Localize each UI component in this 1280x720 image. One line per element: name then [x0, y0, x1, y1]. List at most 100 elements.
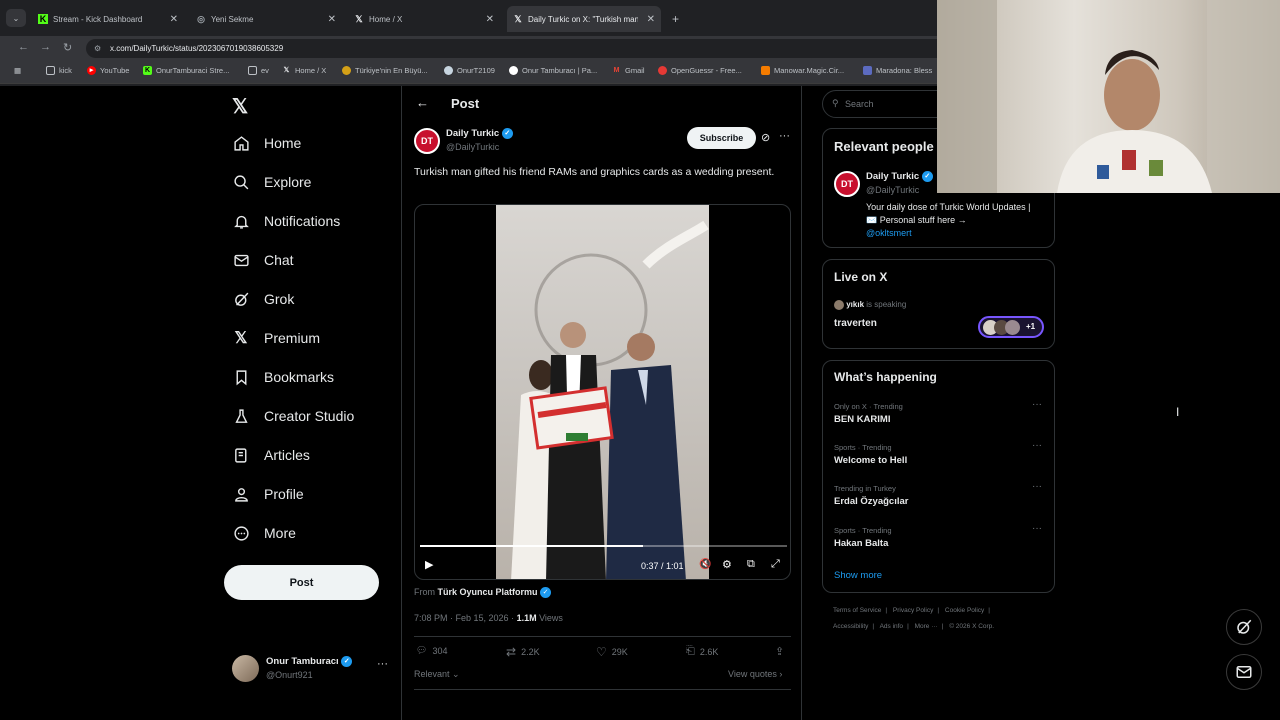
back-icon[interactable]: ← — [18, 41, 29, 53]
nav-item-profile[interactable]: Profile — [232, 485, 304, 503]
bookmark-patreon[interactable]: Onur Tamburacı | Pa... — [509, 66, 597, 75]
video-time: 0:37 / 1:01 — [641, 561, 684, 571]
bookmark-home-x[interactable]: 𝕏 Home / X — [282, 66, 327, 75]
settings-icon[interactable]: ⚙ — [722, 558, 732, 571]
bookmark-button[interactable]: ⎗ 2.6K — [686, 645, 718, 658]
tab-search-button[interactable]: ⌄ — [6, 9, 26, 27]
x-logo-icon[interactable]: 𝕏 — [232, 94, 248, 119]
grok-icon[interactable]: ⊘ — [761, 131, 770, 144]
bookmark-onurtamburaci-stream[interactable]: K OnurTamburaci Stre... — [143, 66, 229, 75]
show-more-link[interactable]: Show more — [834, 570, 882, 581]
share-button[interactable]: ⇪ — [775, 645, 784, 658]
fullscreen-icon[interactable]: ⤢ — [771, 558, 780, 571]
chevron-down-icon: ⌄ — [449, 669, 460, 679]
reload-icon[interactable]: ↻ — [63, 41, 72, 54]
nav-item-bookmarks[interactable]: Bookmarks — [232, 368, 334, 386]
repost-button[interactable]: ⇄ 2.2K — [506, 645, 540, 659]
footer-link[interactable]: More ··· — [915, 623, 938, 630]
subscribe-button[interactable]: Subscribe — [687, 127, 756, 149]
back-arrow-icon[interactable]: ← — [416, 95, 429, 110]
mute-icon[interactable]: 🔇 — [699, 559, 711, 570]
tab-kick-dashboard[interactable]: K Stream - Kick Dashboard ✕ — [32, 6, 184, 32]
bookmark-ev[interactable]: ev — [248, 66, 269, 75]
post-button[interactable]: Post — [224, 565, 379, 600]
more-icon[interactable]: ··· — [1032, 523, 1042, 534]
close-icon[interactable]: ✕ — [170, 14, 178, 25]
view-quotes-link[interactable]: View quotes › — [728, 669, 782, 679]
reply-button[interactable]: 💬︎ 304 — [416, 645, 447, 656]
close-icon[interactable]: ✕ — [647, 14, 655, 25]
bookmark-steam[interactable]: OnurT2109 — [444, 66, 495, 75]
bookmark-count: 2.6K — [699, 646, 719, 657]
bookmark-maradona[interactable]: Maradona: Bless — [863, 66, 932, 75]
author-name-row[interactable]: Daily Turkic ✓ — [446, 128, 513, 139]
more-icon[interactable]: ··· — [779, 130, 790, 142]
grok-icon — [232, 290, 250, 308]
nav-item-grok[interactable]: Grok — [232, 290, 294, 308]
footer-link[interactable]: Accessibility — [833, 623, 868, 630]
nav-item-explore[interactable]: Explore — [232, 173, 311, 191]
grok-float-button[interactable] — [1226, 609, 1262, 645]
bookmark-kick[interactable]: kick — [46, 66, 72, 75]
chevron-down-icon: ⌄ — [12, 13, 20, 23]
trend-topic: Hakan Balta — [834, 538, 889, 549]
author-handle[interactable]: @DailyTurkic — [446, 142, 499, 152]
bookmark-manowar[interactable]: Manowar.Magic.Cir... — [761, 66, 844, 75]
nav-item-notifications[interactable]: Notifications — [232, 212, 340, 230]
address-bar[interactable]: ⚙ x.com/DailyTurkic/status/2023067019038… — [86, 39, 946, 58]
nav-item-articles[interactable]: Articles — [232, 446, 310, 464]
tab-daily-turkic[interactable]: 𝕏 Daily Turkic on X: "Turkish man ✕ — [507, 6, 661, 32]
nav-item-more[interactable]: More — [232, 524, 296, 542]
footer-link[interactable]: Ads info — [880, 623, 904, 630]
nav-item-chat[interactable]: Chat — [232, 251, 294, 269]
close-icon[interactable]: ✕ — [486, 14, 494, 25]
video-player[interactable]: ▶ 0:37 / 1:01 🔇 ⚙ ⧉ ⤢ — [414, 204, 791, 580]
trend-topic: Welcome to Hell — [834, 455, 908, 466]
search-placeholder: Search — [845, 99, 874, 109]
trend-item[interactable]: Trending in Turkey Erdal Özyağcılar ··· — [834, 481, 1049, 507]
bookmark-openguessr[interactable]: OpenGuessr - Free... — [658, 66, 742, 75]
tab-yeni-sekme[interactable]: ◎ Yeni Sekme ✕ — [190, 6, 342, 32]
card-title: Live on X — [834, 270, 888, 284]
like-button[interactable]: ♡ 29K — [596, 645, 628, 659]
bio-link[interactable]: @okltsmert — [866, 227, 1036, 240]
nav-item-premium[interactable]: 𝕏 Premium — [232, 329, 320, 347]
messages-float-button[interactable] — [1226, 654, 1262, 690]
site-info-icon[interactable]: ⚙ — [94, 44, 101, 53]
trend-item[interactable]: Sports · Trending Hakan Balta ··· — [834, 523, 1049, 549]
picture-in-picture-icon[interactable]: ⧉ — [747, 558, 755, 571]
play-icon[interactable]: ▶ — [425, 558, 433, 571]
more-icon[interactable]: ··· — [377, 658, 388, 670]
nav-item-creator-studio[interactable]: Creator Studio — [232, 407, 354, 425]
close-icon[interactable]: ✕ — [328, 14, 336, 25]
video-progress-track[interactable] — [420, 545, 787, 547]
forward-icon[interactable]: → — [40, 41, 51, 53]
trend-item[interactable]: Sports · Trending Welcome to Hell ··· — [834, 440, 1049, 466]
footer-link[interactable]: Privacy Policy — [893, 607, 933, 614]
account-switcher[interactable]: Onur Tamburacı ✓ @Onurt921 ··· — [232, 654, 392, 684]
footer-link[interactable]: Terms of Service — [833, 607, 881, 614]
new-tab-button[interactable]: + — [666, 6, 685, 32]
space-listeners[interactable]: +1 — [978, 316, 1044, 338]
bookmark-turkiye[interactable]: Türkiye'nin En Büyü... — [342, 66, 428, 75]
bookmark-gmail[interactable]: M Gmail — [612, 66, 645, 75]
source-link[interactable]: Türk Oyuncu Platformu — [438, 587, 538, 597]
person-name-row[interactable]: Daily Turkic ✓ — [866, 171, 933, 182]
apps-icon[interactable]: ▦ — [14, 66, 21, 75]
avatar[interactable]: DT — [834, 171, 860, 197]
sort-dropdown[interactable]: Relevant ⌄ — [414, 669, 460, 680]
author-avatar[interactable]: DT — [414, 128, 440, 154]
bookmark-youtube[interactable]: ▸ YouTube — [87, 66, 129, 75]
timestamp-text[interactable]: 7:08 PM · Feb 15, 2026 · — [414, 613, 517, 623]
tab-title: Yeni Sekme — [211, 14, 254, 24]
main-column: ← Post DT Daily Turkic ✓ @DailyTurkic Su… — [401, 86, 802, 720]
space-title[interactable]: traverten — [834, 318, 877, 329]
more-icon[interactable]: ··· — [1032, 399, 1042, 410]
trend-item[interactable]: Only on X · Trending BEN KARIMI ··· — [834, 399, 1049, 425]
footer-link[interactable]: Cookie Policy — [945, 607, 984, 614]
more-icon[interactable]: ··· — [1032, 440, 1042, 451]
speaker-name: yıkık — [846, 300, 865, 310]
nav-item-home[interactable]: Home — [232, 134, 301, 152]
tab-home-x[interactable]: 𝕏 Home / X ✕ — [348, 6, 500, 32]
more-icon[interactable]: ··· — [1032, 481, 1042, 492]
